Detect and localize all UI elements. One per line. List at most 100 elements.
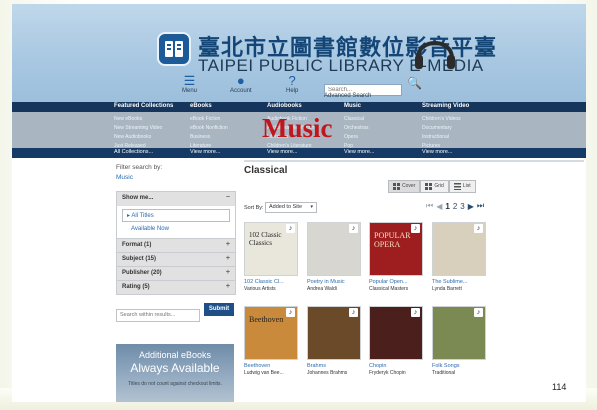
facet-label: Format (1) bbox=[122, 242, 152, 248]
help-button[interactable]: ? Help bbox=[286, 73, 299, 95]
sort-select[interactable]: Added to Site ▾ bbox=[265, 202, 317, 213]
promo-banner[interactable]: Additional eBooks Always Available Title… bbox=[116, 344, 234, 402]
nav-column-item[interactable]: New eBooks bbox=[114, 116, 142, 122]
card-artist: Fryderyk Chopin bbox=[369, 370, 406, 376]
list-view-label: List bbox=[462, 183, 471, 189]
album-cover[interactable]: ♪ bbox=[369, 306, 423, 360]
submit-button[interactable]: Submit bbox=[204, 303, 234, 316]
music-note-icon: ♪ bbox=[349, 308, 358, 317]
search-icon[interactable]: 🔍 bbox=[407, 76, 422, 90]
mega-nav: Featured Collections New eBooks New Stream… bbox=[12, 102, 586, 158]
facet-header[interactable]: Subject (15) + bbox=[117, 252, 235, 266]
advanced-search-link[interactable]: Advanced Search bbox=[324, 93, 371, 99]
title-card[interactable]: ♪ POPULAR OPERA Popular Open... Classical M… bbox=[369, 222, 423, 292]
cover-text: 102 Classic Classics bbox=[249, 231, 282, 247]
cover-view-button[interactable]: Cover bbox=[388, 180, 421, 193]
expand-icon: + bbox=[225, 283, 230, 290]
list-icon bbox=[453, 183, 461, 190]
facet-header[interactable]: Format (1) + bbox=[117, 238, 235, 252]
show-me-header[interactable]: Show me... − bbox=[117, 192, 235, 206]
card-title-link[interactable]: 102 Classic Cl... bbox=[244, 279, 298, 285]
facet-header[interactable]: Publisher (20) + bbox=[117, 266, 235, 280]
nav-column-more-link[interactable]: View more... bbox=[190, 149, 220, 155]
last-page-icon[interactable]: ⏭ bbox=[477, 201, 484, 211]
screenshot-frame: 臺北市立圖書館數位影音平臺 TAIPEI PUBLIC LIBRARY E-ME… bbox=[12, 4, 586, 402]
nav-column-item[interactable]: Children's Videos bbox=[422, 116, 461, 122]
title-card[interactable]: ♪ 102 Classic Classics 102 Classic Cl... Va… bbox=[244, 222, 298, 292]
album-cover[interactable]: ♪ bbox=[432, 222, 486, 276]
prev-page-icon[interactable]: ◀ bbox=[436, 202, 442, 211]
card-title-link[interactable]: Poetry in Music bbox=[307, 279, 361, 285]
nav-column-heading[interactable]: Featured Collections bbox=[114, 103, 173, 109]
card-artist: Johannes Brahms bbox=[307, 370, 348, 376]
title-card[interactable]: ♪ Brahms Johannes Brahms bbox=[307, 306, 361, 376]
card-title-link[interactable]: Brahms bbox=[307, 363, 361, 369]
card-title-link[interactable]: Folk Songs bbox=[432, 363, 486, 369]
first-page-icon[interactable]: ⏮ bbox=[426, 201, 433, 211]
search-within-input[interactable] bbox=[116, 308, 200, 322]
album-cover[interactable]: ♪ bbox=[307, 222, 361, 276]
nav-column-more-link[interactable]: All Collections... bbox=[114, 149, 153, 155]
promo-line-3: Titles do not count against checkout lim… bbox=[128, 381, 222, 387]
grid-view-button[interactable]: Grid bbox=[420, 180, 449, 193]
nav-column-heading[interactable]: Music bbox=[344, 103, 361, 109]
nav-column-item[interactable]: eBook Fiction bbox=[190, 116, 220, 122]
title-card[interactable]: ♪ Folk Songs Traditional bbox=[432, 306, 486, 376]
card-title-link[interactable]: The Sublime... bbox=[432, 279, 486, 285]
current-page: 1 bbox=[445, 201, 450, 211]
question-icon: ? bbox=[288, 73, 296, 88]
album-cover[interactable]: ♪ POPULAR OPERA bbox=[369, 222, 423, 276]
page-link-2[interactable]: 2 bbox=[453, 202, 457, 211]
available-now-option[interactable]: Available Now bbox=[122, 226, 230, 232]
nav-column-more-link[interactable]: View more... bbox=[267, 149, 297, 155]
music-note-icon: ♪ bbox=[349, 224, 358, 233]
facet-label: Subject (15) bbox=[122, 256, 157, 262]
title-card[interactable]: ♪ Chopin Fryderyk Chopin bbox=[369, 306, 423, 376]
card-artist: Classical Masters bbox=[369, 286, 409, 292]
expand-icon: + bbox=[225, 255, 230, 262]
music-note-icon: ♪ bbox=[474, 308, 483, 317]
nav-column-item[interactable]: Opera bbox=[344, 134, 358, 140]
filter-value-link[interactable]: Music bbox=[116, 174, 236, 181]
nav-column-item[interactable]: Orchestras bbox=[344, 125, 368, 131]
card-title-link[interactable]: Popular Open... bbox=[369, 279, 423, 285]
music-note-icon: ♪ bbox=[411, 308, 420, 317]
nav-column-more-link[interactable]: View more... bbox=[344, 149, 374, 155]
title-card[interactable]: ♪ Beethoven Beethoven Ludwig van Bee... bbox=[244, 306, 298, 376]
title-card[interactable]: ♪ The Sublime... Lynda Barrett bbox=[432, 222, 486, 292]
promo-line-2: Always Available bbox=[130, 361, 220, 375]
nav-column-item[interactable]: New Audiobooks bbox=[114, 134, 151, 140]
cover-grid-icon bbox=[393, 183, 400, 190]
account-button[interactable]: ● Account bbox=[230, 74, 252, 95]
album-cover[interactable]: ♪ 102 Classic Classics bbox=[244, 222, 298, 276]
help-label: Help bbox=[286, 88, 299, 94]
account-label: Account bbox=[230, 88, 252, 94]
nav-column-item[interactable]: Business bbox=[190, 134, 210, 140]
library-logo-icon[interactable] bbox=[157, 32, 191, 66]
mega-nav-footer-row bbox=[12, 148, 586, 158]
page-link-3[interactable]: 3 bbox=[460, 202, 464, 211]
facet-header[interactable]: Rating (5) + bbox=[117, 280, 235, 294]
nav-column-more-link[interactable]: View more... bbox=[422, 149, 452, 155]
nav-column-item[interactable]: eBook Nonfiction bbox=[190, 125, 228, 131]
album-cover[interactable]: ♪ bbox=[307, 306, 361, 360]
nav-column-heading[interactable]: Streaming Video bbox=[422, 103, 469, 109]
nav-column-item[interactable]: Classical bbox=[344, 116, 364, 122]
nav-column-item[interactable]: Instructional bbox=[422, 134, 449, 140]
card-title-link[interactable]: Beethoven bbox=[244, 363, 298, 369]
menu-button[interactable]: ☰ Menu bbox=[182, 74, 198, 95]
title-card[interactable]: ♪ Poetry in Music Andrea Waldi bbox=[307, 222, 361, 292]
nav-column-heading[interactable]: Audiobooks bbox=[267, 103, 302, 109]
nav-column-item[interactable]: Documentary bbox=[422, 125, 452, 131]
search-within: Submit bbox=[116, 303, 236, 322]
album-cover[interactable]: ♪ Beethoven bbox=[244, 306, 298, 360]
list-view-button[interactable]: List bbox=[448, 180, 476, 193]
nav-column-heading[interactable]: eBooks bbox=[190, 103, 212, 109]
card-title-link[interactable]: Chopin bbox=[369, 363, 423, 369]
menu-label: Menu bbox=[182, 88, 198, 94]
nav-column-item[interactable]: New Streaming Video bbox=[114, 125, 162, 131]
album-cover[interactable]: ♪ bbox=[432, 306, 486, 360]
collapse-icon: − bbox=[225, 194, 230, 201]
all-titles-option[interactable]: ▸ All Titles bbox=[122, 209, 230, 222]
next-page-icon[interactable]: ▶ bbox=[468, 202, 474, 211]
